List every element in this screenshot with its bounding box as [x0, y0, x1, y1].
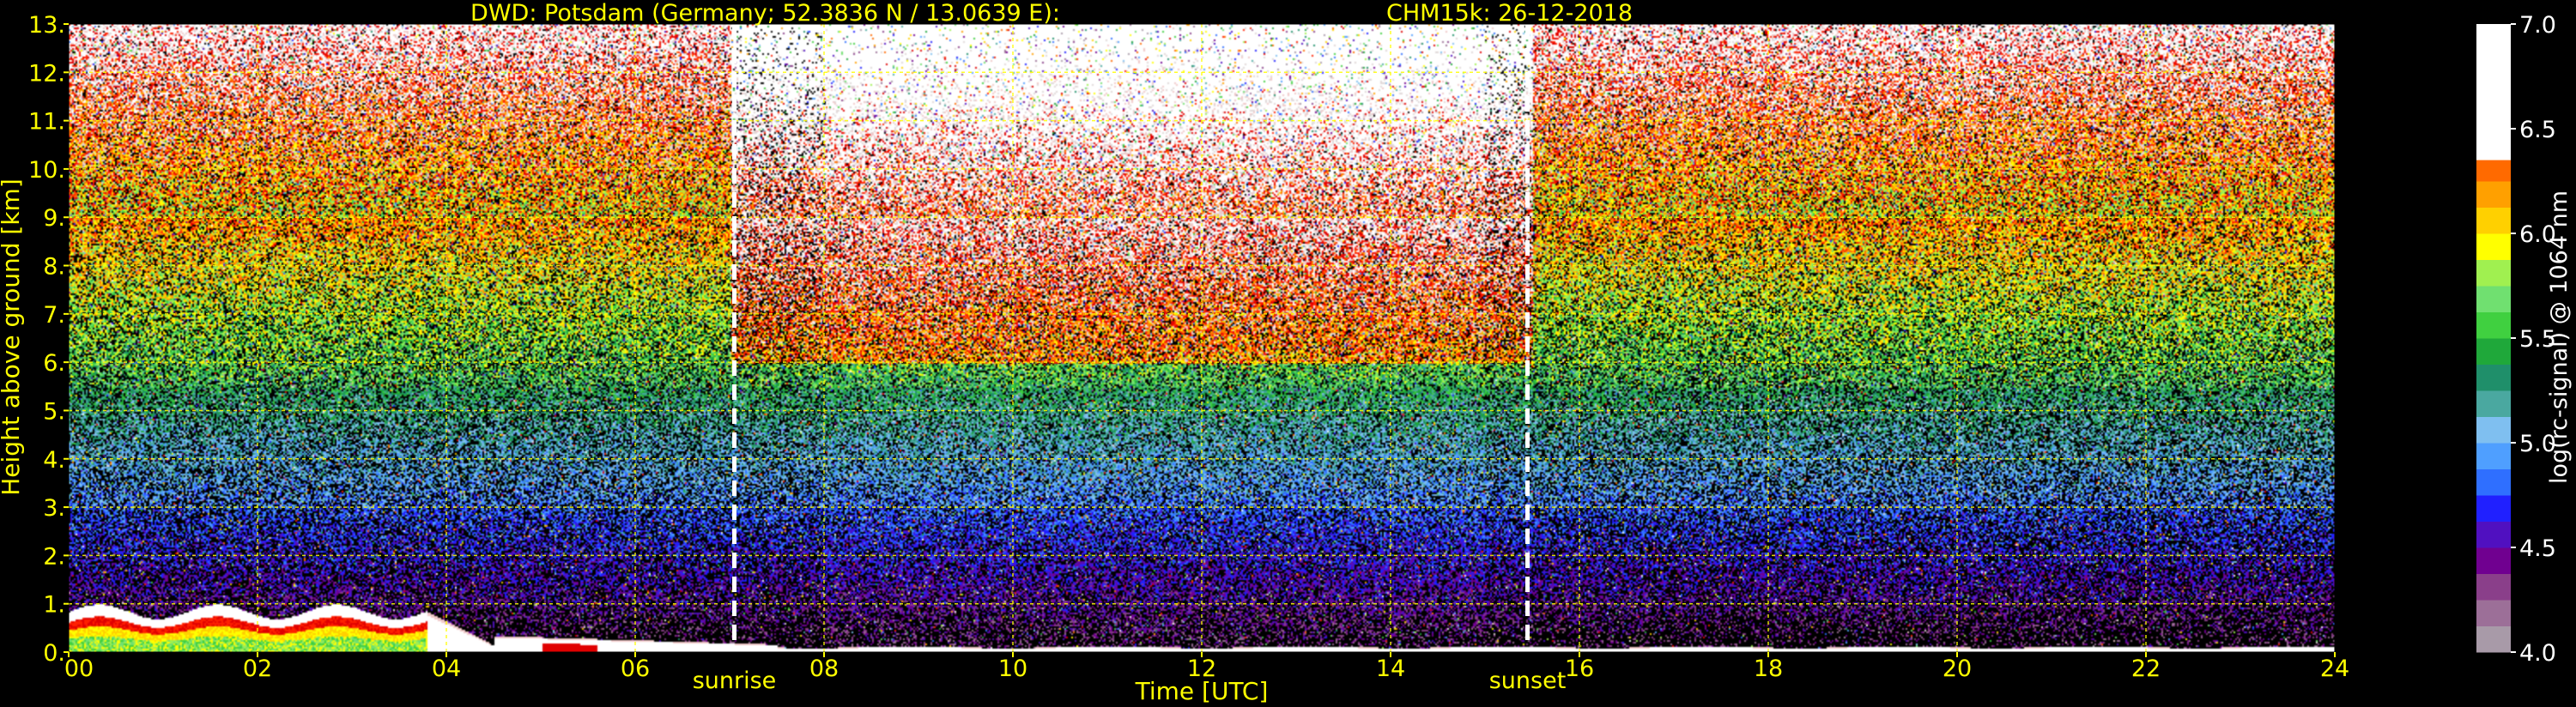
colorbar [2476, 24, 2511, 653]
colorbar-segment [2476, 364, 2511, 391]
colorbar-title: log(rc-signal) @ 1064 nm [2546, 190, 2573, 484]
colorbar-segment [2476, 181, 2511, 208]
y-axis-title: Height above ground [km] [0, 178, 25, 496]
colorbar-segment [2476, 233, 2511, 260]
colorbar-tick-label: 6.5 [2519, 117, 2556, 143]
y-tick-label: 10. [28, 157, 65, 184]
chart-title-left: DWD: Potsdam (Germany; 52.3836 N / 13.06… [470, 0, 1060, 27]
x-axis-title: Time [UTC] [1135, 677, 1269, 705]
plot-area: sunrise sunset [68, 23, 2336, 694]
colorbar-tick-label: 4.5 [2519, 535, 2556, 562]
x-tick-label: 16 [1565, 656, 1594, 682]
x-tick-label: 10 [998, 656, 1027, 682]
y-tick-label: 4. [43, 447, 65, 474]
colorbar-segment [2476, 311, 2511, 339]
y-tick-label: 8. [43, 254, 65, 281]
x-tick-label: 18 [1754, 656, 1783, 682]
colorbar-segment [2476, 468, 2511, 496]
y-tick-label: 7. [43, 302, 65, 329]
ceilometer-chart: sunrise sunset 00 02 04 06 08 10 12 14 16 18 20 22 24… [0, 0, 2576, 707]
colorbar-segment [2476, 443, 2511, 469]
y-tick-label: 13. [28, 12, 65, 39]
x-tick-label: 06 [621, 656, 650, 682]
x-tick-label: 00 [64, 656, 94, 682]
backscatter-heatmap [69, 24, 2335, 652]
x-tick-label: 08 [809, 656, 839, 682]
marker-label-sunrise: sunrise [693, 668, 777, 694]
colorbar-segment [2476, 495, 2511, 522]
y-tick-label: 0. [43, 640, 65, 667]
chart-title-right: CHM15k: 26-12-2018 [1386, 0, 1633, 27]
colorbar-tick-label: 7.0 [2519, 12, 2556, 39]
y-tick-label: 9. [43, 205, 65, 232]
marker-label-sunset: sunset [1489, 668, 1567, 694]
y-tick-label: 6. [43, 350, 65, 377]
y-tick-label: 1. [43, 592, 65, 619]
colorbar-segment [2476, 573, 2511, 601]
colorbar-segment [2476, 547, 2511, 574]
colorbar-segment [2476, 24, 2511, 160]
x-tick-label: 14 [1376, 656, 1405, 682]
colorbar-tick-label: 4.0 [2519, 640, 2556, 667]
colorbar-segment [2476, 600, 2511, 626]
y-tick-label: 5. [43, 398, 65, 425]
x-tick-label: 02 [243, 656, 272, 682]
colorbar-segment [2476, 625, 2511, 653]
colorbar-segment [2476, 259, 2511, 287]
colorbar-segment [2476, 338, 2511, 365]
x-tick-label: 04 [432, 656, 461, 682]
y-tick-label: 11. [28, 109, 65, 136]
x-tick-label: 20 [1943, 656, 1972, 682]
colorbar-segment [2476, 286, 2511, 312]
colorbar-segment [2476, 416, 2511, 444]
colorbar-segment [2476, 207, 2511, 234]
y-tick-label: 12. [28, 60, 65, 87]
colorbar-segment [2476, 521, 2511, 548]
y-tick-label: 3. [43, 495, 65, 522]
x-tick-label: 22 [2131, 656, 2161, 682]
y-tick-label: 2. [43, 543, 65, 570]
x-tick-label: 24 [2320, 656, 2349, 682]
colorbar-segment [2476, 390, 2511, 417]
